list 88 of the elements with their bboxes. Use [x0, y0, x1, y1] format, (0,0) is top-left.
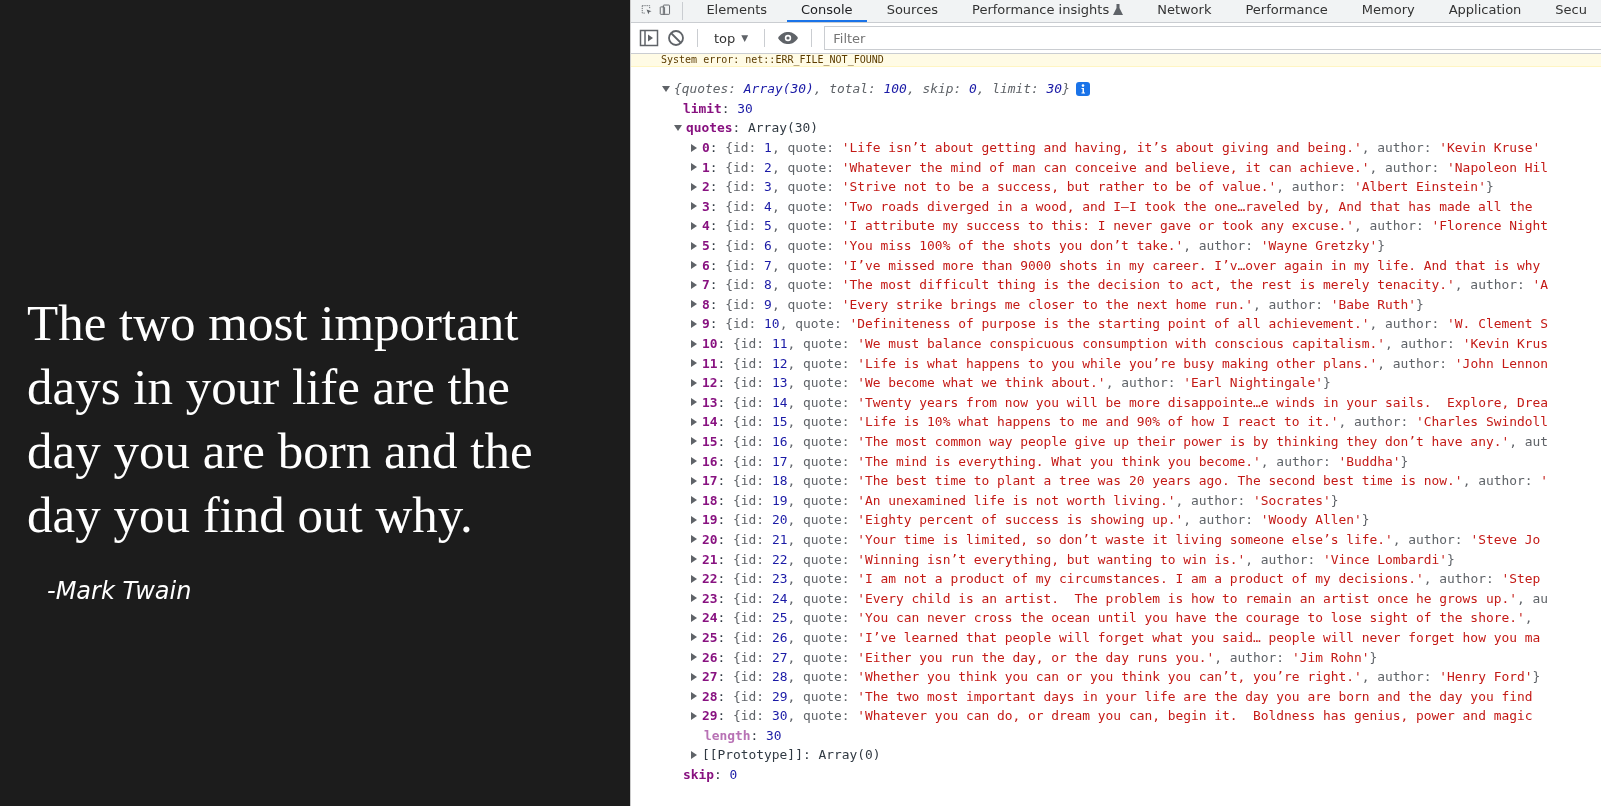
array-entry: 5: {id: 6, quote: 'You miss 100% of the shots you don’t take.', author: 'Wayne Gretzky'} — [702, 238, 1385, 254]
array-entry: 27: {id: 28, quote: 'Whether you think you can or you think you can’t, you’re right.', author: 'Henry Ford'} — [702, 669, 1541, 685]
collapsed-triangle-icon[interactable] — [689, 632, 699, 643]
property-line: limit: 30 — [683, 100, 753, 116]
array-entry: 28: {id: 29, quote: 'The two most important days in your life are the day you are born and the day you find — [702, 688, 1533, 704]
property-line: skip: 0 — [683, 767, 738, 783]
array-entry: 9: {id: 10, quote: 'Definiteness of purpose is the starting point of all achievement.', author: 'W. Clement S — [702, 316, 1548, 332]
array-entry: 0: {id: 1, quote: 'Life isn’t about getting and having, it’s about giving and being.', author: 'Kevin Kruse' — [702, 140, 1541, 156]
array-entry: 25: {id: 26, quote: 'I’ve learned that people will forget what you said… people will never forget how you ma — [702, 629, 1541, 645]
collapsed-triangle-icon[interactable] — [689, 671, 699, 682]
devtools-tab[interactable]: Performance — [1231, 2, 1342, 22]
collapsed-triangle-icon[interactable] — [689, 181, 699, 192]
array-entry: 17: {id: 18, quote: 'The best time to plant a tree was 20 years ago. The second best time is now.', author: ' — [702, 473, 1548, 489]
collapsed-triangle-icon[interactable] — [689, 260, 699, 271]
collapsed-triangle-icon[interactable] — [689, 495, 699, 506]
array-entry: 15: {id: 16, quote: 'The most common way people give up their power is by thinking they don’t have any.', aut — [702, 434, 1548, 449]
collapsed-triangle-icon[interactable] — [689, 279, 699, 290]
collapsed-triangle-icon[interactable] — [689, 201, 699, 212]
array-entry: 14: {id: 15, quote: 'Life is 10% what happens to me and 90% of how I react to it.', author: 'Charles Swindoll — [702, 414, 1548, 430]
collapsed-triangle-icon[interactable] — [689, 416, 699, 427]
collapsed-triangle-icon[interactable] — [689, 534, 699, 545]
array-entry: 21: {id: 22, quote: 'Winning isn’t everything, but wanting to win is.', author: 'Vince Lombardi'} — [702, 551, 1455, 567]
eye-icon[interactable] — [777, 31, 800, 45]
collapsed-triangle-icon[interactable] — [689, 612, 699, 623]
collapsed-triangle-icon[interactable] — [689, 338, 699, 349]
expanded-triangle-icon[interactable] — [673, 123, 683, 133]
collapsed-triangle-icon[interactable] — [689, 299, 699, 310]
array-entry: 24: {id: 25, quote: 'You can never cross the ocean until you have the courage to lose sight of the shore.', — [702, 610, 1533, 626]
array-entry: 11: {id: 12, quote: 'Life is what happens to you while you’re busy making other plans.', author: 'John Lennon — [702, 355, 1548, 371]
array-entry: 18: {id: 19, quote: 'An unexamined life is not worth living.', author: 'Socrates'} — [702, 492, 1339, 508]
devtools-tab[interactable]: Secu — [1541, 2, 1601, 22]
array-entry: 12: {id: 13, quote: 'We become what we think about.', author: 'Earl Nightingale'} — [702, 375, 1331, 391]
devtools-tab[interactable]: Sources — [872, 2, 953, 22]
array-entry: 22: {id: 23, quote: 'I am not a product of my circumstances. I am a product of my decisions.', author: 'Step — [702, 571, 1541, 587]
property-line: [[Prototype]]: Array(0) — [702, 747, 881, 763]
collapsed-triangle-icon[interactable] — [689, 554, 699, 565]
array-entry: 13: {id: 14, quote: 'Twenty years from now you will be more disappointe…e winds in your sails. Explore, Drea — [702, 394, 1548, 410]
collapsed-triangle-icon[interactable] — [689, 514, 699, 525]
object-summary: {quotes: Array(30), total: 100, skip: 0, limit: 30} — [674, 81, 1070, 97]
collapsed-triangle-icon[interactable] — [689, 652, 699, 662]
devtools-tab[interactable]: Elements — [692, 2, 781, 22]
collapsed-triangle-icon[interactable] — [689, 710, 699, 721]
devtools-tab[interactable]: Memory — [1347, 2, 1429, 22]
array-entry: 1: {id: 2, quote: 'Whatever the mind of man can conceive and believe, it can achieve.', author: 'Napoleon Hil — [702, 159, 1548, 175]
collapsed-triangle-icon[interactable] — [689, 377, 699, 388]
array-entry: 8: {id: 9, quote: 'Every strike brings me closer to the next home run.', author: 'Babe Ruth'} — [702, 296, 1424, 312]
collapsed-triangle-icon[interactable] — [689, 691, 699, 702]
collapsed-triangle-icon[interactable] — [689, 358, 699, 369]
flask-icon — [1113, 4, 1124, 15]
collapsed-triangle-icon[interactable] — [689, 475, 699, 486]
collapsed-triangle-icon[interactable] — [689, 573, 699, 584]
array-entry: 19: {id: 20, quote: 'Eighty percent of success is showing up.', author: 'Woody Allen'} — [702, 512, 1370, 528]
collapsed-triangle-icon[interactable] — [689, 397, 699, 408]
array-entry: 23: {id: 24, quote: 'Every child is an artist. The problem is how to remain an artist once he grows up.', au — [702, 590, 1548, 606]
collapsed-triangle-icon[interactable] — [689, 142, 699, 153]
collapsed-triangle-icon[interactable] — [689, 456, 699, 467]
array-entry: 16: {id: 17, quote: 'The mind is everything. What you think you become.', author: 'Buddha'} — [702, 453, 1409, 469]
clear-console-icon[interactable] — [667, 29, 685, 47]
array-entry: 20: {id: 21, quote: 'Your time is limited, so don’t waste it living someone else’s life.', author: 'Steve Jo — [702, 531, 1541, 547]
collapsed-triangle-icon[interactable] — [689, 750, 699, 760]
context-dropdown[interactable]: top ▼ — [710, 28, 753, 48]
devtools-tab[interactable]: Network — [1143, 2, 1226, 22]
quote-text: The two most important days in your life are the day you are born and the day you find out why. — [27, 294, 534, 545]
collapsed-triangle-icon[interactable] — [689, 162, 699, 173]
sidebar-toggle-icon[interactable] — [639, 29, 659, 47]
expanded-triangle-icon[interactable] — [661, 83, 671, 94]
info-icon — [1075, 81, 1090, 96]
property-line: length: 30 — [704, 727, 782, 743]
array-entry: 3: {id: 4, quote: 'Two roads diverged in a wood, and I—I took the one…raveled by, And that has made all the — [702, 198, 1533, 214]
devtools-tab[interactable]: Application — [1434, 2, 1536, 22]
array-entry: 4: {id: 5, quote: 'I attribute my success to this: I never gave or took any excuse.', author: 'Florence Night — [702, 218, 1548, 234]
warning-message: System error: net::ERR_FILE_NOT_FOUND — [631, 54, 1601, 67]
collapsed-triangle-icon[interactable] — [689, 318, 699, 329]
collapsed-triangle-icon[interactable] — [689, 436, 699, 447]
array-entry: 2: {id: 3, quote: 'Strive not to be a success, but rather to be of value.', author: 'Albert Einstein'} — [702, 179, 1494, 195]
collapsed-triangle-icon[interactable] — [689, 220, 699, 231]
quote-author: -Mark Twain — [47, 577, 192, 605]
devtools-tab[interactable]: Performance insights — [958, 2, 1138, 22]
filter-input[interactable]: Filter — [824, 26, 1601, 50]
array-entry: 6: {id: 7, quote: 'I’ve missed more than 9000 shots in my career. I’v…over again in my life. And that is why — [702, 257, 1541, 273]
array-entry: 10: {id: 11, quote: 'We must balance conspicuous consumption with conscious capitalism.', author: 'Kevin Krus — [702, 336, 1548, 351]
array-entry: 7: {id: 8, quote: 'The most difficult thing is the decision to act, the rest is merely tenacity.', author: 'A — [702, 277, 1548, 293]
array-entry: 29: {id: 30, quote: 'Whatever you can do, or dream you can, begin it. Boldness has genius, power and magic — [702, 708, 1533, 724]
collapsed-triangle-icon[interactable] — [689, 240, 699, 251]
collapsed-triangle-icon[interactable] — [689, 593, 699, 604]
devtools-tab[interactable]: Console — [787, 2, 867, 22]
array-entry: 26: {id: 27, quote: 'Either you run the day, or the day runs you.', author: 'Jim Rohn'} — [702, 649, 1378, 665]
property-line: quotes: Array(30) — [686, 120, 818, 136]
